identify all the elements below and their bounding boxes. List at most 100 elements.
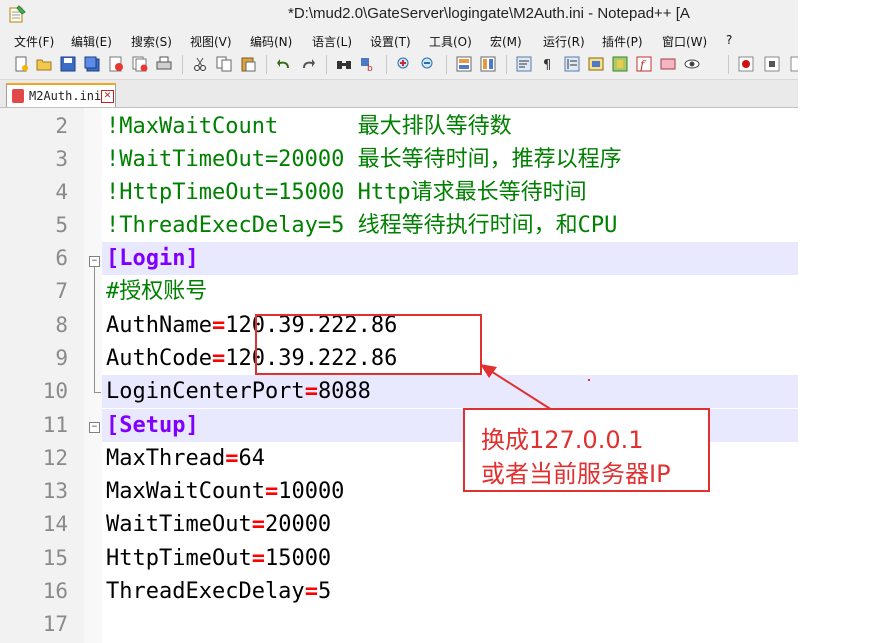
line-number: 17 bbox=[42, 612, 68, 636]
line-number: 10 bbox=[42, 379, 68, 403]
indent-guide-icon[interactable] bbox=[564, 56, 580, 72]
toolbar-separator bbox=[506, 55, 507, 74]
toolbar: b ¶ f bbox=[0, 51, 798, 80]
ini-key: AuthName bbox=[106, 313, 212, 338]
annotation-note: 换成127.0.0.1 或者当前服务器IP bbox=[463, 408, 710, 492]
show-all-chars-icon[interactable]: ¶ bbox=[540, 56, 556, 72]
code-line-maxthread: MaxThread=64 bbox=[106, 442, 265, 475]
zoom-out-icon[interactable] bbox=[420, 56, 436, 72]
menu-search[interactable]: 搜索(S) bbox=[131, 33, 172, 50]
paste-icon[interactable] bbox=[240, 56, 256, 72]
ini-equals: = bbox=[264, 479, 279, 504]
ini-equals: = bbox=[304, 379, 318, 404]
toolbar-separator bbox=[728, 55, 729, 74]
menu-help[interactable]: ? bbox=[726, 33, 732, 47]
annotation-dot bbox=[588, 379, 590, 381]
line-number: 2 bbox=[55, 114, 68, 138]
fold-toggle-setup[interactable]: − bbox=[89, 422, 100, 433]
word-wrap-icon[interactable] bbox=[516, 56, 532, 72]
menu-tools[interactable]: 工具(O) bbox=[429, 33, 472, 50]
toolbar-separator bbox=[266, 55, 267, 74]
line-number: 6 bbox=[55, 246, 68, 270]
code-line-comment: #授权账号 bbox=[106, 279, 208, 304]
tab-close-icon[interactable]: ✕ bbox=[101, 90, 114, 103]
fold-toggle-login[interactable]: − bbox=[89, 256, 100, 267]
ini-key: MaxWaitCount bbox=[106, 479, 265, 504]
save-icon[interactable] bbox=[60, 56, 76, 72]
menu-macro[interactable]: 宏(M) bbox=[490, 33, 522, 50]
menu-encoding[interactable]: 编码(N) bbox=[250, 33, 292, 50]
menu-settings[interactable]: 设置(T) bbox=[370, 33, 411, 50]
close-all-icon[interactable] bbox=[132, 56, 148, 72]
tab-bar: M2Auth.ini ✕ bbox=[0, 80, 798, 108]
line-number: 3 bbox=[55, 147, 68, 171]
ini-key: ThreadExecDelay bbox=[106, 579, 305, 604]
save-all-icon[interactable] bbox=[84, 56, 100, 72]
folder-workspace-icon[interactable] bbox=[660, 56, 676, 72]
svg-text:¶: ¶ bbox=[543, 58, 551, 72]
ini-equals: = bbox=[225, 446, 239, 471]
line-number: 12 bbox=[42, 446, 68, 470]
play-macro-icon[interactable] bbox=[790, 56, 798, 72]
menu-run[interactable]: 运行(R) bbox=[543, 33, 585, 50]
sync-horizontal-icon[interactable] bbox=[480, 56, 496, 72]
tab-label: M2Auth.ini bbox=[29, 89, 102, 103]
redo-icon[interactable] bbox=[300, 56, 316, 72]
ini-equals: = bbox=[251, 546, 265, 571]
tab-m2auth[interactable]: M2Auth.ini ✕ bbox=[6, 83, 116, 107]
toolbar-separator bbox=[386, 55, 387, 74]
code-line-threadexecdelay: ThreadExecDelay=5 bbox=[106, 575, 331, 608]
ini-equals: = bbox=[211, 346, 226, 371]
toolbar-separator bbox=[446, 55, 447, 74]
line-number: 13 bbox=[42, 479, 68, 503]
menu-language[interactable]: 语言(L) bbox=[312, 33, 352, 50]
doc-map-icon[interactable] bbox=[612, 56, 628, 72]
code-line-httptimeout: HttpTimeOut=15000 bbox=[106, 542, 331, 575]
menu-edit[interactable]: 编辑(E) bbox=[71, 33, 112, 50]
fold-margin bbox=[84, 108, 102, 643]
annotation-text-line1: 换成127.0.0.1 bbox=[481, 426, 644, 454]
ini-key: HttpTimeOut bbox=[106, 546, 252, 571]
line-number: 8 bbox=[55, 313, 68, 337]
svg-text:b: b bbox=[367, 64, 373, 72]
code-line-section: [Setup] bbox=[106, 413, 199, 438]
line-number: 4 bbox=[55, 180, 68, 204]
menu-window[interactable]: 窗口(W) bbox=[662, 33, 707, 50]
new-file-icon[interactable] bbox=[13, 56, 29, 72]
zoom-in-icon[interactable] bbox=[396, 56, 412, 72]
code-line-waittimeout: WaitTimeOut=20000 bbox=[106, 508, 331, 541]
function-list-icon[interactable]: f bbox=[636, 56, 652, 72]
line-number: 11 bbox=[42, 413, 68, 437]
monitoring-icon[interactable] bbox=[684, 56, 700, 72]
code-line-maxwaitcount: MaxWaitCount=10000 bbox=[106, 475, 344, 508]
close-file-icon[interactable] bbox=[108, 56, 124, 72]
line-number: 15 bbox=[42, 546, 68, 570]
title-bar: *D:\mud2.0\GateServer\logingate\M2Auth.i… bbox=[0, 0, 798, 29]
open-file-icon[interactable] bbox=[36, 56, 52, 72]
code-line-comment: !WaitTimeOut=20000 最长等待时间，推荐以程序 bbox=[106, 147, 622, 172]
stop-macro-icon[interactable] bbox=[764, 56, 780, 72]
menu-view[interactable]: 视图(V) bbox=[190, 33, 232, 50]
print-icon[interactable] bbox=[156, 56, 172, 72]
window-title: *D:\mud2.0\GateServer\logingate\M2Auth.i… bbox=[288, 5, 690, 22]
copy-icon[interactable] bbox=[216, 56, 232, 72]
fold-line bbox=[94, 267, 95, 392]
line-number: 14 bbox=[42, 512, 68, 536]
code-line-comment: !HttpTimeOut=15000 Http请求最长等待时间 bbox=[106, 180, 587, 205]
sync-vertical-icon[interactable] bbox=[456, 56, 472, 72]
menu-file[interactable]: 文件(F) bbox=[14, 33, 54, 50]
cut-icon[interactable] bbox=[192, 56, 208, 72]
record-macro-icon[interactable] bbox=[738, 56, 754, 72]
highlight-box-auth-ip bbox=[255, 314, 482, 375]
menu-bar: 文件(F) 编辑(E) 搜索(S) 视图(V) 编码(N) 语言(L) 设置(T… bbox=[0, 29, 798, 51]
editor-area[interactable]: − − 2 3 4 5 6 7 8 9 10 11 12 13 14 15 16… bbox=[0, 108, 798, 643]
ini-value: 5 bbox=[317, 579, 332, 604]
ini-key: MaxThread bbox=[106, 446, 226, 471]
code-line-comment: !MaxWaitCount 最大排队等待数 bbox=[106, 114, 512, 139]
udl-icon[interactable] bbox=[588, 56, 604, 72]
background-blank-area bbox=[798, 0, 890, 643]
find-icon[interactable] bbox=[336, 56, 352, 72]
menu-plugins[interactable]: 插件(P) bbox=[602, 33, 643, 50]
undo-icon[interactable] bbox=[276, 56, 292, 72]
replace-icon[interactable]: b bbox=[360, 56, 376, 72]
